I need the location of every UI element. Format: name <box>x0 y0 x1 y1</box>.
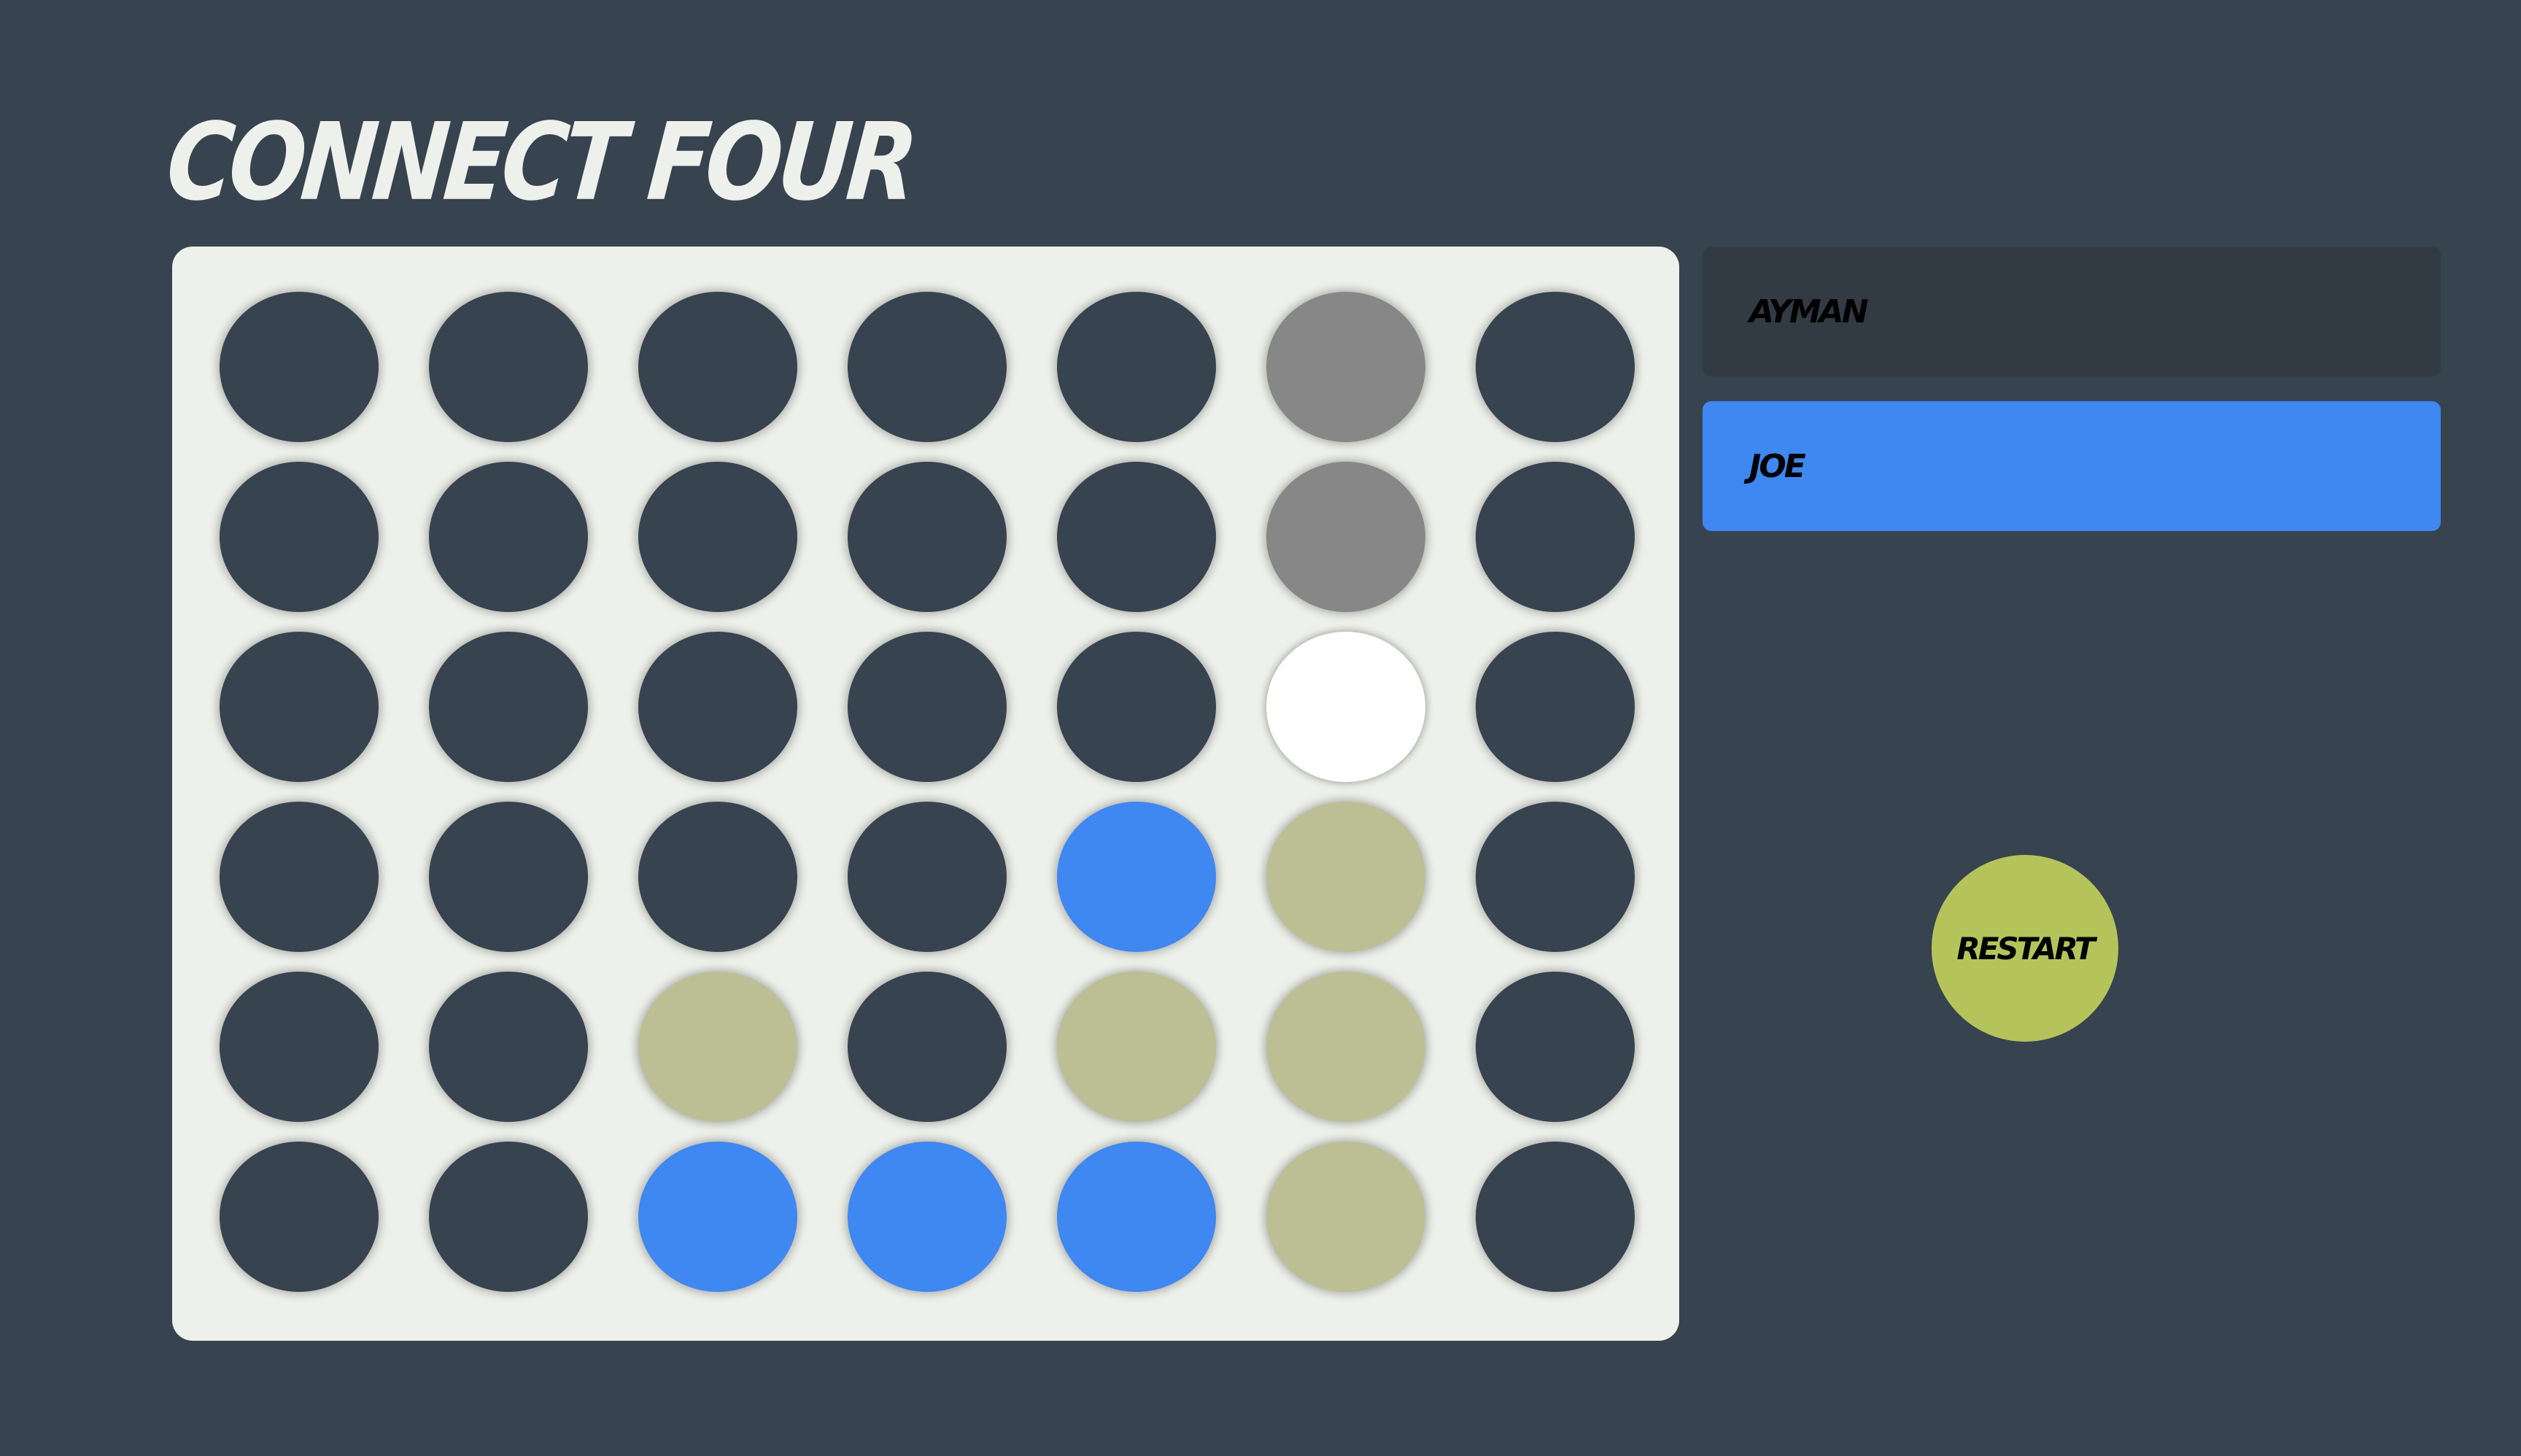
board-slot-r3-c3-empty[interactable] <box>638 632 797 782</box>
board-slot-r1-c3-empty[interactable] <box>638 292 797 442</box>
restart-button[interactable]: RESTART <box>1932 855 2118 1042</box>
board-slot-r2-c6-gray[interactable] <box>1266 462 1425 612</box>
board-slot-r5-c7-empty[interactable] <box>1476 972 1635 1122</box>
game-board[interactable] <box>172 247 1679 1341</box>
board-slot-r1-c1-empty[interactable] <box>220 292 379 442</box>
board-slot-r3-c2-empty[interactable] <box>429 632 588 782</box>
board-slot-r5-c1-empty[interactable] <box>220 972 379 1122</box>
board-slot-r4-c1-empty[interactable] <box>220 802 379 952</box>
board-slot-r2-c3-empty[interactable] <box>638 462 797 612</box>
board-slot-r3-c4-empty[interactable] <box>848 632 1007 782</box>
board-slot-r4-c3-empty[interactable] <box>638 802 797 952</box>
board-slot-r6-c6-khaki[interactable] <box>1266 1142 1425 1292</box>
board-slot-r2-c5-empty[interactable] <box>1057 462 1216 612</box>
board-slot-r1-c7-empty[interactable] <box>1476 292 1635 442</box>
board-slot-r1-c4-empty[interactable] <box>848 292 1007 442</box>
board-slot-r2-c7-empty[interactable] <box>1476 462 1635 612</box>
board-slot-r6-c2-empty[interactable] <box>429 1142 588 1292</box>
board-slot-r2-c4-empty[interactable] <box>848 462 1007 612</box>
player-card-2-active: JOE <box>1703 401 2441 531</box>
board-slot-r5-c3-khaki[interactable] <box>638 972 797 1122</box>
board-slot-r6-c3-blue[interactable] <box>638 1142 797 1292</box>
board-slot-r1-c5-empty[interactable] <box>1057 292 1216 442</box>
board-slot-r2-c2-empty[interactable] <box>429 462 588 612</box>
board-slot-r3-c7-empty[interactable] <box>1476 632 1635 782</box>
board-slot-r4-c4-empty[interactable] <box>848 802 1007 952</box>
board-slot-r1-c2-empty[interactable] <box>429 292 588 442</box>
board-slot-r4-c5-blue[interactable] <box>1057 802 1216 952</box>
board-slot-r2-c1-empty[interactable] <box>220 462 379 612</box>
board-slot-r3-c6-white[interactable] <box>1266 632 1425 782</box>
board-slot-r5-c6-khaki[interactable] <box>1266 972 1425 1122</box>
board-slot-r6-c4-blue[interactable] <box>848 1142 1007 1292</box>
board-slot-r4-c6-khaki[interactable] <box>1266 802 1425 952</box>
board-slot-r6-c1-empty[interactable] <box>220 1142 379 1292</box>
board-slot-r4-c2-empty[interactable] <box>429 802 588 952</box>
board-slot-r6-c5-blue[interactable] <box>1057 1142 1216 1292</box>
board-slot-r5-c4-empty[interactable] <box>848 972 1007 1122</box>
board-slot-r4-c7-empty[interactable] <box>1476 802 1635 952</box>
board-slot-r5-c5-khaki[interactable] <box>1057 972 1216 1122</box>
board-slot-r5-c2-empty[interactable] <box>429 972 588 1122</box>
board-slot-r3-c1-empty[interactable] <box>220 632 379 782</box>
player-card-1: AYMAN <box>1703 247 2441 376</box>
game-title: CONNECT FOUR <box>161 101 918 225</box>
board-slot-r6-c7-empty[interactable] <box>1476 1142 1635 1292</box>
board-slot-r3-c5-empty[interactable] <box>1057 632 1216 782</box>
board-slot-r1-c6-gray[interactable] <box>1266 292 1425 442</box>
